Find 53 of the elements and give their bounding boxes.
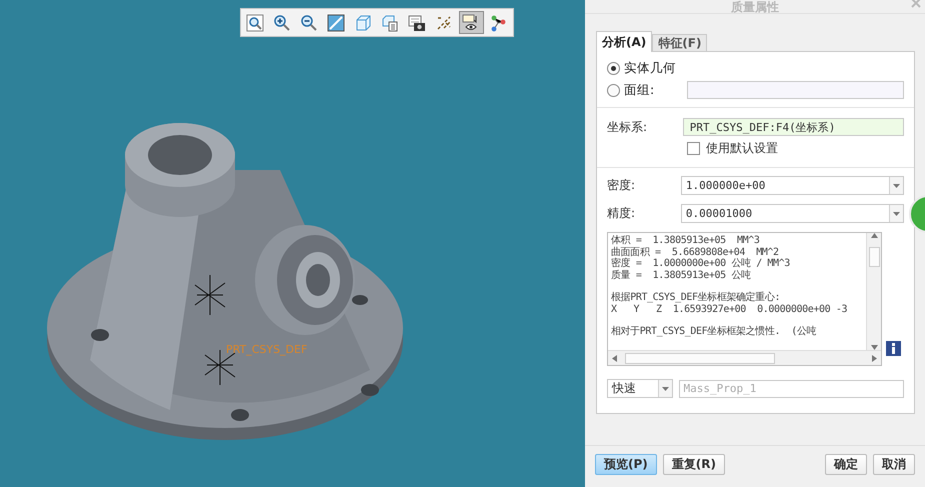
zoom-out-icon (300, 14, 318, 32)
combo-box[interactable]: 0.00001000 (680, 204, 904, 223)
checkbox-option[interactable]: 使用默认设置 (687, 140, 904, 157)
quilt-field[interactable] (687, 81, 904, 99)
mode-dropdown[interactable]: 快速 (607, 379, 673, 398)
horizontal-scrollbar[interactable] (608, 350, 881, 365)
field-label: 精度: (607, 205, 636, 222)
result-line: 体积 = 1.3805913e+05 MM^3 (611, 235, 760, 246)
dialog-button[interactable]: 重复(R) (662, 454, 725, 475)
result-line: X Y Z 1.6593927e+00 0.0000000e+00 -3 (611, 304, 848, 315)
coordinate-system-field[interactable]: PRT_CSYS_DEF:F4(坐标系) (682, 118, 904, 136)
result-line: 质量 = 1.3805913e+05 公吨 (611, 270, 752, 281)
zoom-in-icon (273, 14, 291, 32)
checkbox-label: 使用默认设置 (706, 140, 778, 157)
cube-icon (354, 14, 372, 32)
zoom-window-icon (246, 14, 264, 32)
checkbox[interactable] (687, 142, 700, 155)
dialog-button[interactable]: 取消 (873, 454, 915, 475)
info-icon[interactable] (886, 341, 901, 356)
combo-box[interactable]: 1.000000e+00 (680, 176, 904, 195)
nodes-icon (489, 14, 507, 32)
field-label: 密度: (607, 177, 636, 194)
result-line: 相对于PRT_CSYS_DEF坐标框架之惯性. (公吨 (611, 326, 818, 338)
vertical-scrollbar[interactable] (866, 233, 881, 350)
dialog-button[interactable]: 确定 (825, 454, 867, 475)
scrollbar-thumb[interactable] (624, 352, 774, 364)
field-label: 坐标系: (607, 118, 648, 136)
tab[interactable]: 分析(A) (596, 31, 652, 52)
radio-label: 实体几何 (624, 60, 676, 77)
scrollbar-thumb[interactable] (868, 246, 880, 266)
repaint-icon (327, 14, 345, 32)
radio-button[interactable] (607, 62, 620, 75)
datum-axes-icon (435, 14, 453, 32)
radio-button[interactable] (607, 84, 620, 96)
dialog-title: 质量属性 (731, 1, 779, 13)
scroll-arrow-icon[interactable] (612, 354, 617, 362)
close-icon (911, 0, 921, 8)
dialog-button[interactable]: 预览(P) (595, 454, 657, 475)
scroll-arrow-icon[interactable] (870, 233, 878, 238)
view-list-icon (381, 14, 399, 32)
radio-option[interactable]: 实体几何 (607, 60, 683, 77)
radio-option[interactable]: 面组: (607, 82, 682, 98)
tab[interactable]: 特征(F) (652, 34, 708, 52)
caret-icon (662, 386, 669, 390)
radio-label: 面组: (624, 82, 654, 98)
result-line: 曲面面积 = 5.6689808e+04 MM^2 (611, 246, 780, 258)
caret-icon (893, 184, 900, 188)
result-line: 密度 = 1.0000000e+00 公吨 / MM^3 (611, 258, 791, 270)
toolbar-button[interactable] (458, 11, 484, 34)
camera-icon (408, 14, 426, 32)
csys-label: PRT_CSYS_DEF (226, 343, 308, 356)
result-line: 根据PRT_CSYS_DEF坐标框架确定重心: (611, 292, 782, 304)
caret-icon (893, 212, 900, 216)
